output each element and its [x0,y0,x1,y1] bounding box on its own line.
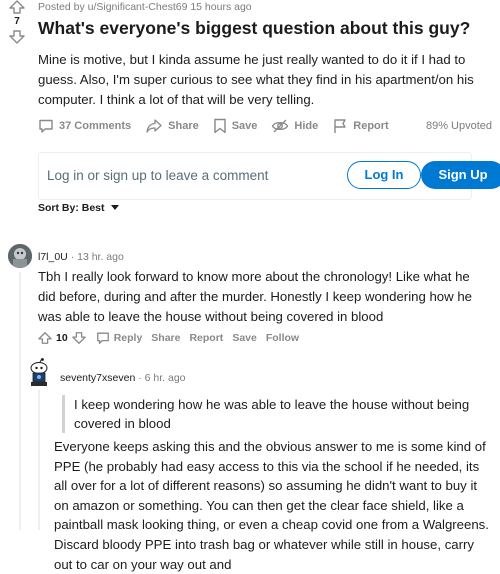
comment-icon [96,332,109,344]
post-body: Mine is motive, but I kinda assume he ju… [38,52,474,107]
sign-up-button[interactable]: Sign Up [421,161,500,189]
reply-button[interactable]: Reply [96,331,143,345]
comment-save-button[interactable]: Save [232,332,257,344]
avatar[interactable] [24,358,54,388]
hide-icon [272,119,289,133]
comment-username[interactable]: l7l_0U [38,251,68,263]
post-meta: Posted by u/Significant-Chest69 15 hours… [38,1,252,13]
reply-label: Reply [113,332,143,344]
comment-time: · 13 hr. ago [70,251,124,263]
comment-blockquote: I keep wondering how he was able to leav… [62,395,500,433]
sort-dropdown[interactable]: Sort By: Best [38,202,119,214]
comment-share-button[interactable]: Share [151,332,180,344]
share-icon [146,119,162,133]
comment-body: Tbh I really look forward to know more a… [38,269,472,324]
downvote-icon[interactable] [9,30,25,44]
post-vote-column: 7 [4,0,30,44]
comment-username[interactable]: seventy7xseven [60,372,135,384]
comment-body: Everyone keeps asking this and the obvio… [54,439,489,572]
hide-button[interactable]: Hide [271,118,318,134]
comment-report-button[interactable]: Report [189,332,223,344]
share-label: Share [168,120,199,132]
comment-meta: l7l_0U · 13 hr. ago [38,251,124,263]
bookmark-icon [214,118,226,134]
comments-button[interactable]: 37 Comments [38,118,131,134]
post-actions: 37 Comments Share Save Hide Report [38,116,403,136]
comment-follow-button[interactable]: Follow [266,332,299,344]
upvote-ratio: 89% Upvoted [425,120,492,132]
upvote-icon[interactable] [38,331,52,345]
share-button[interactable]: Share [145,118,199,134]
save-label: Save [231,120,258,132]
user-avatar-image [8,244,32,268]
comment-meta: seventy7xseven · 6 hr. ago [60,372,186,384]
thread-line[interactable] [38,390,40,530]
comment-icon [39,119,53,133]
avatar[interactable] [8,244,32,268]
snoo-avatar-image [30,358,48,386]
log-in-button[interactable]: Log In [347,161,421,189]
comment-actions: 10 Reply Share Report Save Follow [38,330,308,346]
comments-label: 37 Comments [59,120,132,132]
comment-score: 10 [56,332,68,344]
report-button[interactable]: Report [332,118,389,134]
caret-down-icon [110,205,119,210]
post-title[interactable]: What's everyone's biggest question about… [38,18,470,39]
save-button[interactable]: Save [213,118,258,134]
downvote-icon[interactable] [71,331,86,345]
report-label: Report [353,120,389,132]
login-prompt: Log in or sign up to leave a comment [47,168,269,183]
comment-time: · 6 hr. ago [138,372,186,384]
flag-icon [334,119,346,133]
hide-label: Hide [294,120,319,132]
sort-label: Sort By: Best [38,202,105,214]
thread-line[interactable] [19,272,21,530]
comment-login-box: Log in or sign up to leave a comment Log… [38,152,500,200]
upvote-icon[interactable] [9,0,25,14]
post-score: 7 [14,16,20,27]
